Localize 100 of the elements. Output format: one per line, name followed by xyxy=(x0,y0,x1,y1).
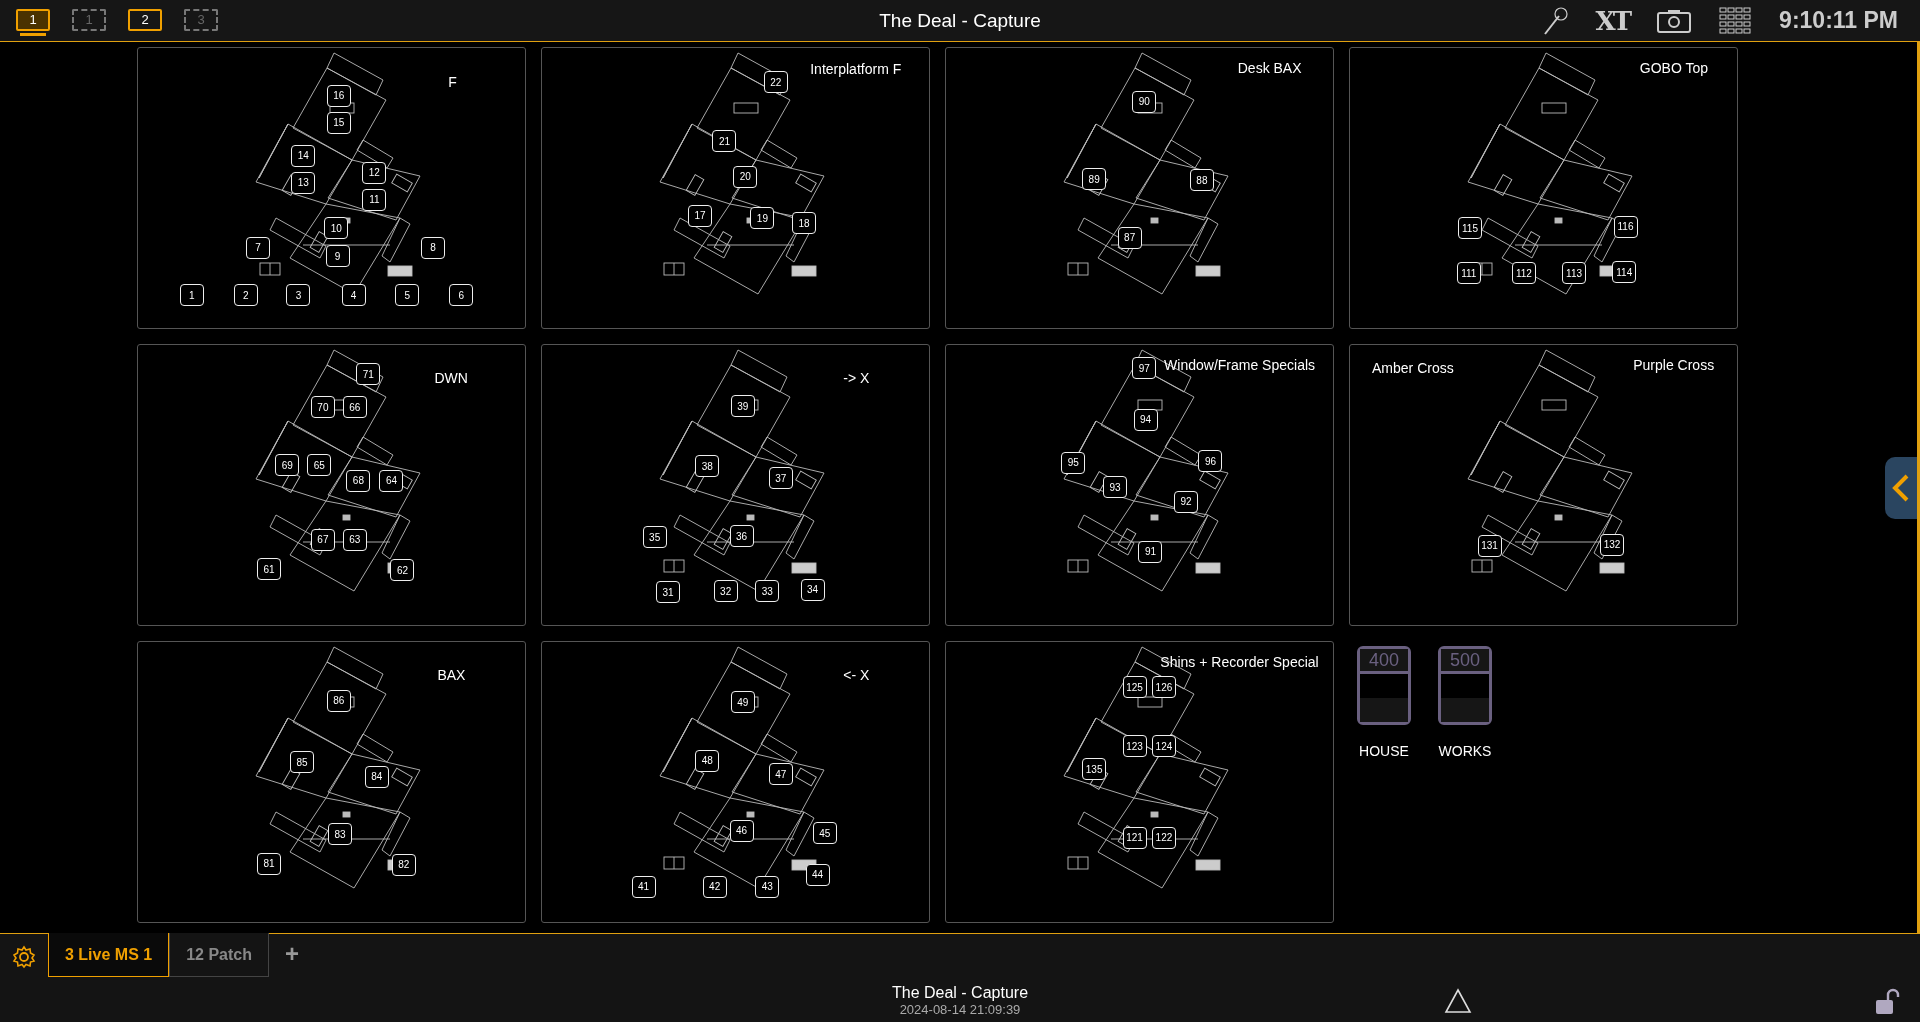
channel-button[interactable]: 13 xyxy=(291,171,316,194)
add-tab-button[interactable]: + xyxy=(278,934,305,974)
channel-button[interactable]: 65 xyxy=(307,454,332,476)
channel-button[interactable]: 86 xyxy=(326,689,351,712)
channel-button[interactable]: 64 xyxy=(379,469,404,492)
channel-button[interactable]: 67 xyxy=(310,528,335,551)
channel-button[interactable]: 68 xyxy=(346,469,371,492)
channel-button[interactable]: 9 xyxy=(325,245,350,268)
channel-button[interactable]: 90 xyxy=(1132,90,1157,113)
channel-button[interactable]: 94 xyxy=(1133,408,1158,431)
channel-button[interactable]: 34 xyxy=(800,578,825,601)
channel-button[interactable]: 132 xyxy=(1600,533,1625,556)
channel-button[interactable]: 88 xyxy=(1189,169,1214,192)
panel-label: Shins + Recorder Special xyxy=(1160,653,1319,670)
channel-button[interactable]: 3 xyxy=(286,284,311,307)
submaster-label: HOUSE xyxy=(1359,743,1409,759)
channel-button[interactable]: 66 xyxy=(342,396,367,419)
channel-button[interactable]: 91 xyxy=(1138,540,1163,563)
channel-button[interactable]: 126 xyxy=(1151,676,1176,699)
channel-button[interactable]: 70 xyxy=(310,396,335,419)
channel-button[interactable]: 4 xyxy=(341,284,366,307)
channel-button[interactable]: 123 xyxy=(1122,735,1147,758)
channel-button[interactable]: 112 xyxy=(1511,262,1536,285)
channel-button[interactable]: 7 xyxy=(246,236,270,259)
channel-button[interactable]: 111 xyxy=(1456,262,1481,285)
channel-button[interactable]: 6 xyxy=(449,284,474,307)
unlock-icon[interactable] xyxy=(1874,988,1900,1016)
channel-button[interactable]: 35 xyxy=(642,526,667,549)
channel-button[interactable]: 63 xyxy=(342,528,367,551)
channel-button[interactable]: 44 xyxy=(805,863,830,886)
channel-button[interactable]: 69 xyxy=(275,454,300,476)
side-panel-tab[interactable] xyxy=(1885,457,1917,519)
channel-button[interactable]: 2 xyxy=(233,284,258,307)
channel-button[interactable]: 62 xyxy=(390,559,415,582)
channel-button[interactable]: 41 xyxy=(631,875,656,898)
channel-button[interactable]: 87 xyxy=(1117,226,1142,249)
channel-button[interactable]: 14 xyxy=(291,144,316,167)
channel-button[interactable]: 97 xyxy=(1132,357,1157,380)
channel-button[interactable]: 37 xyxy=(768,467,793,490)
channel-button[interactable]: 124 xyxy=(1151,735,1176,758)
channel-button[interactable]: 82 xyxy=(391,853,416,876)
channel-button[interactable]: 10 xyxy=(324,217,349,239)
channel-button[interactable]: 42 xyxy=(702,875,727,898)
channel-button[interactable]: 38 xyxy=(695,455,720,478)
channel-button[interactable]: 22 xyxy=(763,71,788,94)
panel-label: Desk BAX xyxy=(1237,59,1302,76)
channel-button[interactable]: 19 xyxy=(750,207,775,230)
channel-button[interactable]: 49 xyxy=(730,691,755,713)
logo[interactable]: XT xyxy=(1595,5,1630,36)
triangle-icon[interactable] xyxy=(1444,988,1472,1014)
settings-icon[interactable] xyxy=(12,945,36,969)
channel-button[interactable]: 121 xyxy=(1122,826,1147,849)
channel-button[interactable]: 125 xyxy=(1122,676,1147,699)
channel-button[interactable]: 83 xyxy=(328,823,353,846)
channel-button[interactable]: 5 xyxy=(395,284,420,307)
channel-button[interactable]: 31 xyxy=(656,581,681,604)
wand-icon[interactable] xyxy=(1541,5,1568,36)
channel-button[interactable]: 81 xyxy=(257,852,281,875)
keypad-icon[interactable] xyxy=(1719,6,1752,35)
channel-button[interactable]: 12 xyxy=(362,161,387,184)
channel-button[interactable]: 84 xyxy=(364,765,389,788)
tab[interactable]: 12 Patch xyxy=(169,933,269,977)
channel-button[interactable]: 33 xyxy=(755,580,780,603)
channel-button[interactable]: 131 xyxy=(1477,534,1502,557)
camera-icon[interactable] xyxy=(1657,8,1692,33)
channel-button[interactable]: 45 xyxy=(812,822,837,844)
channel-button[interactable]: 96 xyxy=(1198,450,1223,473)
tab[interactable]: 3 Live MS 1 xyxy=(48,933,170,977)
channel-button[interactable]: 43 xyxy=(755,875,780,898)
panel-label: Amber Cross xyxy=(1372,360,1454,377)
channel-button[interactable]: 1 xyxy=(179,284,204,307)
channel-button[interactable]: 71 xyxy=(356,363,381,386)
timestamp: 2024-08-14 21:09:39 xyxy=(899,1002,1021,1017)
channel-button[interactable]: 93 xyxy=(1102,476,1127,499)
channel-button[interactable]: 116 xyxy=(1613,215,1638,238)
channel-button[interactable]: 122 xyxy=(1151,826,1176,849)
channel-button[interactable]: 85 xyxy=(290,751,315,773)
channel-button[interactable]: 48 xyxy=(695,749,720,772)
channel-button[interactable]: 46 xyxy=(729,819,754,842)
channel-button[interactable]: 32 xyxy=(713,580,738,603)
channel-button[interactable]: 61 xyxy=(257,558,281,581)
channel-button[interactable]: 17 xyxy=(687,204,712,227)
channel-button[interactable]: 113 xyxy=(1562,262,1587,285)
channel-button[interactable]: 16 xyxy=(326,84,351,107)
channel-button[interactable]: 89 xyxy=(1082,168,1107,190)
channel-button[interactable]: 21 xyxy=(712,130,737,153)
channel-button[interactable]: 95 xyxy=(1061,451,1086,474)
channel-button[interactable]: 15 xyxy=(326,111,351,134)
chevron-left-icon xyxy=(1891,473,1911,503)
channel-button[interactable]: 11 xyxy=(362,188,387,211)
channel-button[interactable]: 114 xyxy=(1612,261,1637,284)
channel-button[interactable]: 8 xyxy=(421,236,446,259)
channel-button[interactable]: 39 xyxy=(730,395,755,418)
channel-button[interactable]: 115 xyxy=(1458,217,1482,239)
channel-button[interactable]: 92 xyxy=(1174,490,1198,513)
channel-button[interactable]: 135 xyxy=(1082,758,1107,781)
channel-button[interactable]: 36 xyxy=(729,525,754,547)
channel-button[interactable]: 47 xyxy=(768,763,793,786)
channel-button[interactable]: 18 xyxy=(792,212,817,235)
channel-button[interactable]: 20 xyxy=(733,165,758,188)
